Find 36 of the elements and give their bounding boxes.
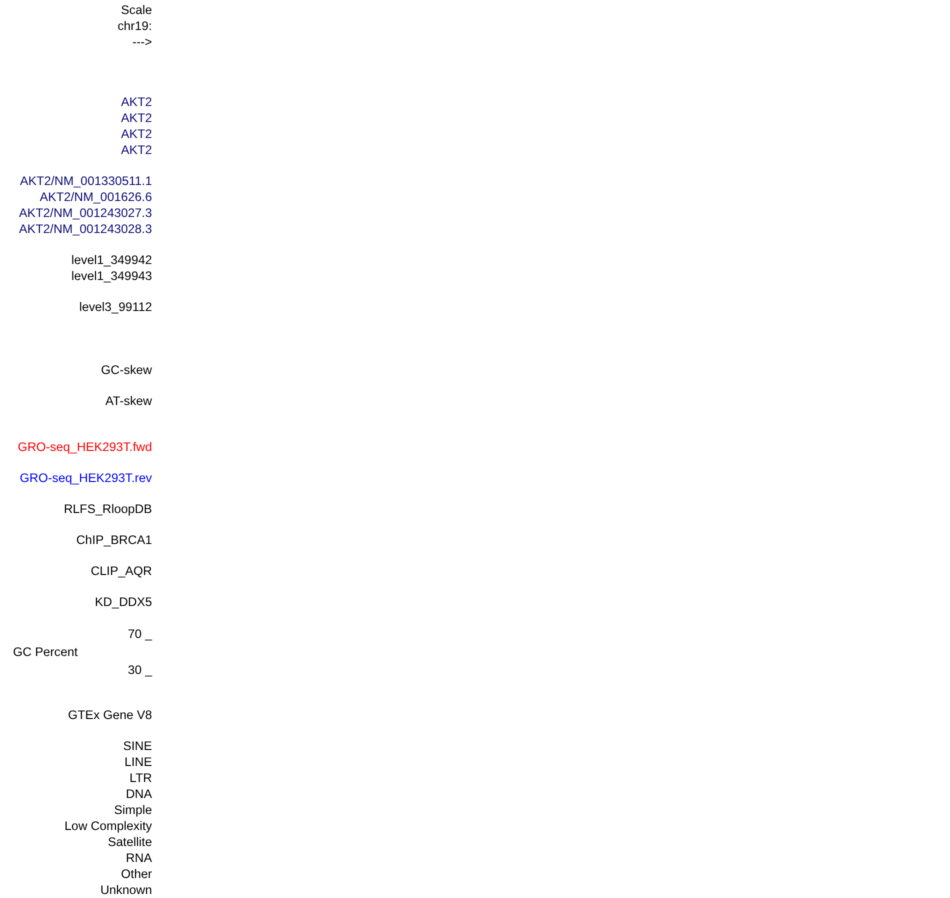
gene-label[interactable]: AKT2 [121, 143, 152, 157]
track-label[interactable]: GRO-seq_HEK293T.rev [20, 471, 152, 485]
gene-label[interactable]: AKT2 [121, 95, 152, 109]
gene-label[interactable]: AKT2/NM_001626.6 [40, 190, 152, 204]
repeat-class-label[interactable]: Simple [114, 803, 152, 817]
repeat-class-label[interactable]: DNA [126, 787, 152, 801]
repeat-class-label[interactable]: Satellite [108, 835, 152, 849]
ruler-label: chr19: [118, 19, 152, 33]
track-label[interactable]: level1_349943 [71, 269, 152, 283]
repeat-class-label[interactable]: Low Complexity [64, 819, 152, 833]
track-label[interactable]: GC-skew [101, 363, 152, 377]
repeat-class-label[interactable]: LINE [124, 755, 152, 769]
track-label[interactable]: GC Percent [13, 645, 78, 659]
gene-label[interactable]: AKT2 [121, 127, 152, 141]
ruler-label: ---> [132, 35, 152, 49]
track-label[interactable]: GTEx Gene V8 [68, 708, 152, 722]
gene-label[interactable]: AKT2/NM_001243027.3 [19, 206, 152, 220]
track-label[interactable]: RLFS_RloopDB [64, 502, 152, 516]
axis-value: 70 _ [128, 627, 152, 641]
gene-label[interactable]: AKT2 [121, 111, 152, 125]
axis-value: 30 _ [128, 663, 152, 677]
track-label[interactable]: CLIP_AQR [90, 564, 152, 578]
track-label[interactable]: level3_99112 [79, 300, 152, 314]
repeat-class-label[interactable]: SINE [123, 739, 152, 753]
gene-label[interactable]: AKT2/NM_001243028.3 [19, 222, 152, 236]
repeat-class-label[interactable]: Other [121, 867, 152, 881]
track-label[interactable]: KD_DDX5 [94, 595, 152, 609]
gene-label[interactable]: AKT2/NM_001330511.1 [20, 174, 152, 188]
repeat-class-label[interactable]: LTR [130, 771, 152, 785]
ruler-label: Scale [121, 3, 152, 17]
track-label[interactable]: ChIP_BRCA1 [76, 533, 152, 547]
track-label[interactable]: AT-skew [105, 394, 152, 408]
track-label[interactable]: GRO-seq_HEK293T.fwd [18, 440, 152, 454]
repeat-class-label[interactable]: Unknown [100, 883, 152, 897]
track-label[interactable]: level1_349942 [71, 253, 152, 267]
repeat-class-label[interactable]: RNA [126, 851, 152, 865]
